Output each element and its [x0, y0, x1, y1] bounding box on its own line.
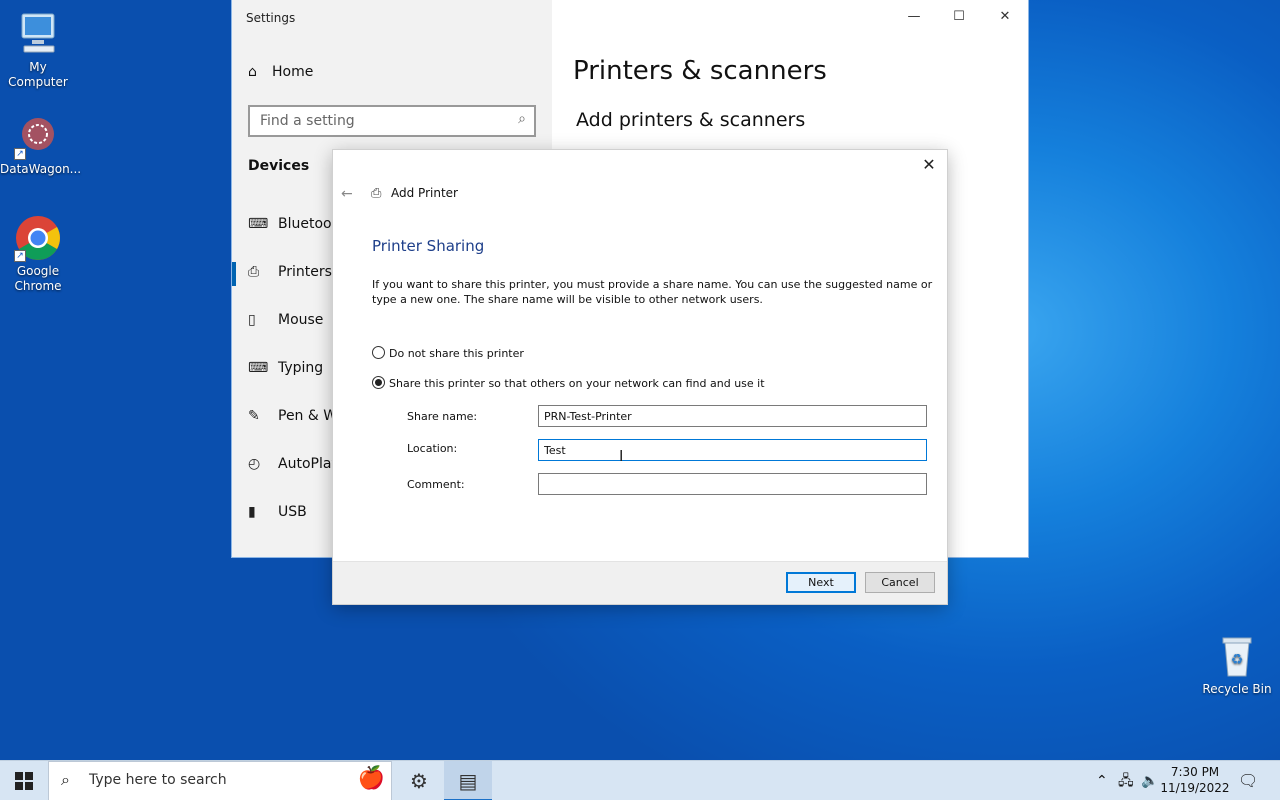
computer-icon — [14, 10, 62, 58]
search-icon: ⌕ — [518, 111, 526, 127]
dialog-heading: Printer Sharing — [372, 237, 485, 255]
sidebar-item-usb[interactable]: ▮ USB — [248, 504, 307, 520]
desktop-icon-my-computer[interactable]: My Computer — [0, 10, 76, 90]
volume-icon[interactable]: 🔈 — [1141, 761, 1158, 800]
nav-home-label: Home — [272, 64, 314, 80]
desktop-icon-recycle-bin[interactable]: ♻ Recycle Bin — [1199, 632, 1275, 697]
taskbar: ⌕ Type here to search 🍎 ⚙ ▤ ⌃ 🖧 🔈 7:30 P… — [0, 760, 1280, 800]
windows-icon — [15, 772, 33, 790]
network-icon[interactable]: 🖧 — [1118, 761, 1134, 800]
back-arrow-icon[interactable]: ← — [341, 186, 353, 202]
search-highlight-icon: 🍎 — [357, 766, 385, 791]
share-name-label: Share name: — [407, 410, 478, 423]
taskbar-clock[interactable]: 7:30 PM 11/19/2022 — [1158, 764, 1232, 796]
pen-icon: ✎ — [248, 408, 260, 424]
start-button[interactable] — [0, 761, 48, 800]
printer-icon: ⎙ — [248, 264, 260, 280]
home-icon: ⌂ — [248, 64, 257, 80]
svg-text:♻: ♻ — [1231, 652, 1244, 668]
sidebar-item-pen[interactable]: ✎ Pen & W — [248, 408, 337, 424]
dialog-description: If you want to share this printer, you m… — [372, 278, 933, 306]
comment-label: Comment: — [407, 478, 465, 491]
printer-icon: ⎙ — [371, 186, 382, 201]
autoplay-icon: ◴ — [248, 456, 261, 472]
sidebar-item-mouse[interactable]: ▯ Mouse — [248, 312, 323, 328]
desktop-icon-datawagon[interactable]: ↗ DataWagon... — [0, 112, 82, 177]
add-printer-dialog: ✕ ← ⎙ Add Printer Printer Sharing If you … — [333, 150, 947, 604]
control-panel-icon: ▤ — [458, 769, 478, 793]
sidebar-item-label: Typing — [278, 360, 324, 376]
radio-button[interactable] — [372, 376, 385, 389]
next-button[interactable]: Next — [786, 572, 856, 593]
bluetooth-keyboard-icon: ⌨ — [248, 216, 269, 232]
taskbar-search-box[interactable]: ⌕ Type here to search 🍎 — [48, 761, 392, 800]
radio-do-not-share[interactable]: Do not share this printer — [372, 346, 524, 360]
desktop-icon-chrome[interactable]: ↗ Google Chrome — [0, 214, 76, 294]
radio-label: Do not share this printer — [389, 347, 524, 360]
page-title: Printers & scanners — [573, 56, 827, 86]
notification-icon[interactable]: 🗨 — [1238, 761, 1258, 800]
cancel-button[interactable]: Cancel — [865, 572, 935, 593]
dialog-title-label: Add Printer — [391, 186, 458, 200]
dialog-footer: Next Cancel — [333, 561, 947, 604]
shortcut-arrow-icon: ↗ — [14, 250, 26, 262]
gear-icon: ⚙ — [410, 769, 428, 793]
sidebar-item-typing[interactable]: ⌨ Typing — [248, 360, 323, 376]
nav-selection-indicator — [232, 262, 236, 286]
desktop-icon-label: Google Chrome — [14, 264, 62, 293]
keyboard-icon: ⌨ — [248, 360, 269, 376]
location-label: Location: — [407, 442, 458, 455]
search-placeholder: Find a setting — [260, 113, 355, 129]
mouse-icon: ▯ — [248, 312, 256, 328]
minimize-button[interactable]: — — [891, 4, 937, 30]
maximize-button[interactable]: ☐ — [936, 4, 982, 30]
sidebar-item-label: Mouse — [278, 312, 324, 328]
usb-icon: ▮ — [248, 504, 256, 520]
nav-group-title: Devices — [248, 158, 310, 174]
recycle-bin-icon: ♻ — [1213, 632, 1261, 680]
find-setting-input[interactable]: Find a setting ⌕ — [248, 105, 536, 137]
dialog-title: ⎙ Add Printer — [371, 186, 458, 201]
close-button[interactable]: ✕ — [982, 4, 1028, 30]
search-icon: ⌕ — [61, 770, 70, 789]
chevron-up-icon: ⌃ — [1096, 773, 1108, 789]
taskbar-settings[interactable]: ⚙ — [395, 761, 443, 800]
radio-label: Share this printer so that others on you… — [389, 377, 765, 390]
window-title: Settings — [246, 11, 296, 25]
text-cursor-icon: Ι — [619, 447, 624, 465]
sidebar-item-label: Pen & W — [278, 408, 338, 424]
desktop-icon-label: My Computer — [8, 60, 68, 89]
shortcut-arrow-icon: ↗ — [14, 148, 26, 160]
share-name-input[interactable] — [538, 405, 927, 427]
chrome-icon: ↗ — [14, 214, 62, 262]
datawagon-icon: ↗ — [14, 112, 62, 160]
sidebar-item-label: USB — [278, 504, 307, 520]
taskbar-control-panel[interactable]: ▤ — [444, 761, 492, 800]
sidebar-item-bluetooth[interactable]: ⌨ Bluetooth — [248, 216, 346, 232]
clock-date: 11/19/2022 — [1160, 781, 1230, 795]
dialog-close-button[interactable]: ✕ — [919, 154, 939, 176]
location-input[interactable] — [538, 439, 927, 461]
desktop-icon-label: Recycle Bin — [1202, 682, 1272, 696]
show-hidden-icons-button[interactable]: ⌃ — [1096, 761, 1108, 800]
radio-button[interactable] — [372, 346, 385, 359]
comment-input[interactable] — [538, 473, 927, 495]
nav-home[interactable]: ⌂ Home — [248, 64, 313, 80]
sidebar-item-autoplay[interactable]: ◴ AutoPlay — [248, 456, 340, 472]
taskbar-search-placeholder: Type here to search — [89, 772, 227, 788]
section-title: Add printers & scanners — [576, 109, 806, 131]
clock-time: 7:30 PM — [1170, 765, 1220, 779]
radio-share[interactable]: Share this printer so that others on you… — [372, 376, 765, 390]
sidebar-item-label: AutoPlay — [278, 456, 340, 472]
desktop-icon-label: DataWagon... — [0, 162, 82, 176]
